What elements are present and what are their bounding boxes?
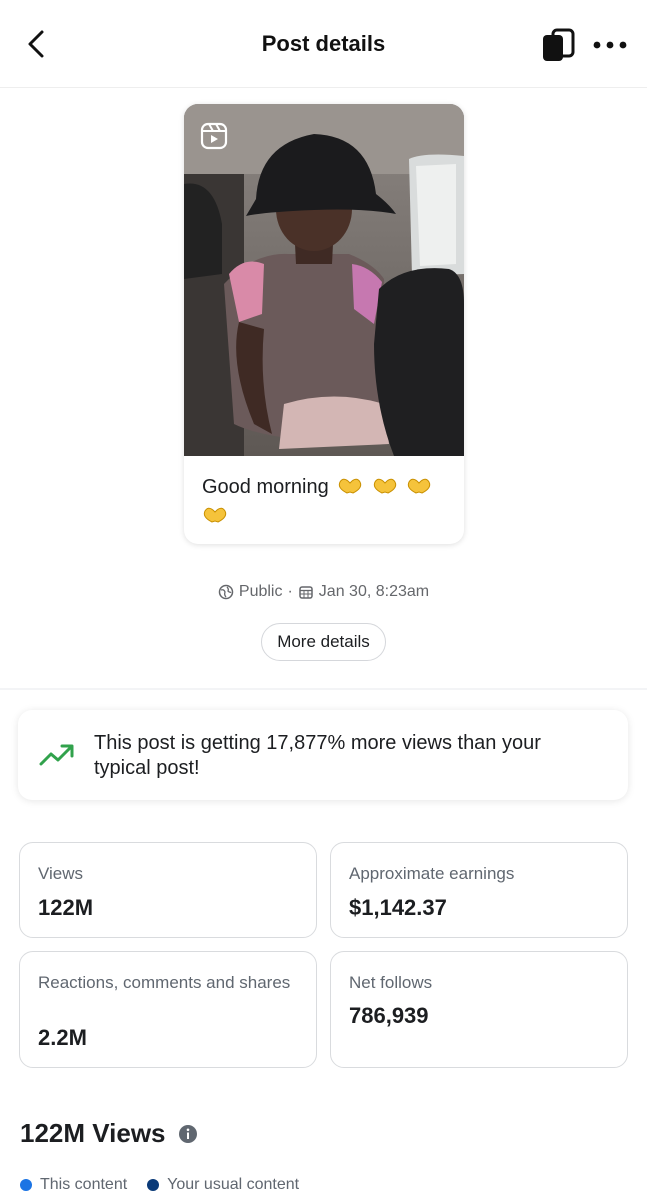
trending-up-icon: [39, 744, 74, 766]
performance-insight-banner: This post is getting 17,877% more views …: [18, 710, 628, 800]
meta-separator: ·: [287, 583, 293, 600]
stat-value: 122M: [38, 895, 94, 920]
stat-card-earnings[interactable]: Approximate earnings $1,142.37: [330, 842, 628, 938]
post-meta: Public · Jan 30, 8:23am: [0, 583, 647, 601]
legend-dot: [147, 1179, 160, 1191]
top-bar: Post details: [0, 0, 647, 88]
legend-label: Your usual content: [167, 1176, 300, 1193]
legend-dot: [20, 1179, 32, 1191]
heart-hands-icon: [372, 476, 398, 503]
heart-hands-icon: [202, 505, 228, 532]
heart-hands-icon: [337, 476, 363, 503]
chart-legend: This content Your usual content: [20, 1176, 319, 1194]
stat-card-views[interactable]: Views 122M: [19, 842, 317, 938]
views-section-heading: 122M Views: [20, 1118, 198, 1149]
stat-card-engagement[interactable]: Reactions, comments and shares 2.2M: [19, 951, 317, 1068]
more-horizontal-icon: [593, 41, 627, 49]
caption-text: Good morning: [202, 476, 329, 498]
insight-text: This post is getting 17,877% more views …: [94, 732, 541, 779]
post-date: Jan 30, 8:23am: [318, 583, 430, 600]
calendar-icon: [298, 584, 314, 600]
share-screen-icon: [543, 28, 575, 61]
heart-hands-icon: [406, 476, 432, 503]
more-details-button[interactable]: More details: [261, 623, 386, 661]
stat-card-net-follows[interactable]: Net follows 786,939: [330, 951, 628, 1068]
views-heading-text: 122M Views: [20, 1118, 166, 1148]
post-preview-card[interactable]: Good morning: [184, 104, 464, 544]
stat-value: $1,142.37: [349, 895, 447, 920]
stat-label: Views: [38, 864, 84, 883]
legend-label: This content: [40, 1176, 128, 1193]
share-button[interactable]: [538, 26, 578, 64]
section-divider: [0, 688, 647, 690]
legend-item-usual-content: Your usual content: [147, 1176, 299, 1194]
info-icon[interactable]: [178, 1124, 198, 1144]
stat-label: Net follows: [349, 973, 433, 992]
legend-item-this-content: This content: [20, 1176, 127, 1194]
post-thumbnail[interactable]: [184, 104, 464, 456]
reels-icon: [200, 122, 228, 150]
more-options-button[interactable]: [590, 28, 630, 62]
visibility-label: Public: [238, 583, 283, 600]
stat-value: 786,939: [349, 1003, 429, 1028]
globe-icon: [218, 584, 234, 600]
stat-value: 2.2M: [38, 1025, 87, 1050]
post-details-screen: Post details Good morning Public · Jan 3…: [0, 0, 647, 1199]
stat-label: Approximate earnings: [349, 864, 515, 883]
stat-label: Reactions, comments and shares: [38, 973, 291, 992]
post-caption: Good morning: [202, 474, 452, 532]
